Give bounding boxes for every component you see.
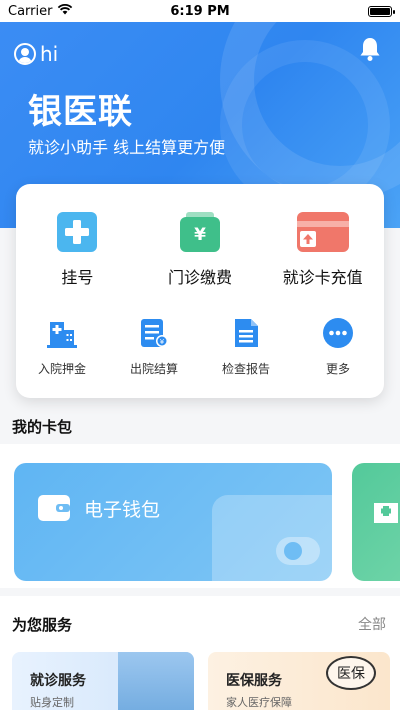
wallet-decoration <box>212 495 332 581</box>
hospital-building-icon <box>47 322 77 348</box>
wallet-knob <box>276 537 320 565</box>
card-topup-icon <box>296 212 349 252</box>
action-exam-report[interactable]: 检查报告 <box>200 318 292 377</box>
service-title: 医保服务 <box>226 673 282 689</box>
action-label: 出院结算 <box>129 362 178 376</box>
app-title: 银医联 <box>28 92 133 132</box>
card-pack-title: 我的卡包 <box>12 418 73 436</box>
insurance-stamp: 医保 <box>326 656 376 690</box>
settlement-doc-icon: ¥ <box>141 319 168 347</box>
report-doc-icon <box>235 319 258 347</box>
action-label: 挂号 <box>61 268 94 287</box>
action-card-topup[interactable]: 就诊卡充值 <box>261 212 384 288</box>
action-label: 门诊缴费 <box>168 268 233 287</box>
wifi-icon <box>57 3 73 19</box>
svg-text:¥: ¥ <box>194 225 206 245</box>
action-register[interactable]: 挂号 <box>16 212 139 288</box>
status-left: Carrier <box>8 3 73 19</box>
action-more[interactable]: 更多 <box>292 318 384 377</box>
action-label: 检查报告 <box>221 362 270 376</box>
hospital-photo <box>118 652 194 710</box>
service-card-visit[interactable]: 就诊服务 贴身定制 <box>12 652 194 710</box>
app-slogan: 就诊小助手 线上结算更方便 <box>28 138 226 157</box>
yen-wallet-icon: ¥ <box>180 212 220 252</box>
more-icon <box>323 318 353 348</box>
medical-card[interactable] <box>352 463 400 581</box>
action-outpatient-pay[interactable]: ¥ 门诊缴费 <box>139 212 262 288</box>
carrier-label: Carrier <box>8 3 53 19</box>
primary-actions: 挂号 ¥ 门诊缴费 就诊卡充值 <box>16 212 384 288</box>
service-subtitle: 贴身定制 <box>30 696 74 709</box>
service-title: 就诊服务 <box>30 673 86 689</box>
secondary-actions: 入院押金 ¥ 出院结算 检查报告 更多 <box>16 318 384 377</box>
quick-actions-card: 挂号 ¥ 门诊缴费 就诊卡充值 入院押金 ¥ 出院结算 检查报告 更多 <box>16 184 384 398</box>
e-wallet-card[interactable]: 电子钱包 <box>14 463 332 581</box>
hospital-icon <box>374 503 398 523</box>
user-greeting[interactable]: hi <box>14 42 58 66</box>
wallet-label: 电子钱包 <box>84 499 161 521</box>
wallet-icon <box>38 495 70 521</box>
avatar-icon[interactable] <box>14 43 36 65</box>
services-title: 为您服务 <box>12 616 73 634</box>
greeting-text: hi <box>40 42 59 66</box>
service-subtitle: 家人医疗保障 <box>226 696 292 709</box>
action-admission-deposit[interactable]: 入院押金 <box>16 318 108 377</box>
action-label: 就诊卡充值 <box>282 268 363 287</box>
plus-icon <box>57 212 98 252</box>
svg-text:¥: ¥ <box>160 338 165 346</box>
action-discharge-settlement[interactable]: ¥ 出院结算 <box>108 318 200 377</box>
action-label: 入院押金 <box>37 362 86 376</box>
action-label: 更多 <box>325 362 350 376</box>
bell-icon[interactable] <box>358 36 382 62</box>
battery-icon <box>368 5 395 17</box>
service-card-insurance[interactable]: 医保 医保服务 家人医疗保障 <box>208 652 390 710</box>
status-bar: Carrier 6:19 PM <box>0 0 400 22</box>
services-all-link[interactable]: 全部 <box>358 614 386 634</box>
